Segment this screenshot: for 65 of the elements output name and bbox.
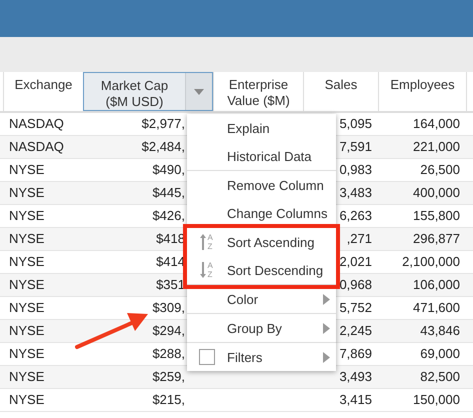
table-cell: $259, <box>152 369 185 384</box>
table-cell: $309, <box>152 300 185 315</box>
table-cell: $288, <box>152 346 185 361</box>
column-header[interactable]: Market Cap ($M USD) <box>83 72 213 111</box>
table-cell: 2,245 <box>339 323 372 338</box>
menu-item[interactable]: Color <box>187 285 336 313</box>
table-cell: 26,500 <box>420 162 460 177</box>
table-cell: 0,983 <box>339 162 372 177</box>
table-cell: 150,000 <box>413 392 460 407</box>
table-cell: 3,415 <box>339 392 372 407</box>
table-cell: 155,800 <box>413 208 460 223</box>
table-cell: 106,000 <box>413 277 460 292</box>
menu-item[interactable]: Explain <box>187 114 336 142</box>
table-cell: $294, <box>152 323 185 338</box>
menu-item[interactable]: Filters <box>187 343 336 371</box>
table-cell: 3,493 <box>339 369 372 384</box>
submenu-arrow-icon <box>323 352 330 363</box>
table-cell: NYSE <box>9 277 44 292</box>
table-cell: NYSE <box>9 208 44 223</box>
table-cell: $490, <box>152 162 185 177</box>
submenu-arrow-icon <box>323 294 330 305</box>
table-cell: NYSE <box>9 231 44 246</box>
table-cell: $426, <box>152 208 185 223</box>
table-cell: NYSE <box>9 369 44 384</box>
table-cell: NYSE <box>9 185 44 200</box>
table-cell: $2,484, <box>142 139 185 154</box>
table-cell: 7,591 <box>339 139 372 154</box>
menu-item[interactable]: Group By <box>187 314 336 342</box>
menu-item[interactable]: Change Columns <box>187 199 336 227</box>
table-cell: 400,000 <box>413 185 460 200</box>
table-cell: NYSE <box>9 346 44 361</box>
menu-item[interactable]: Historical Data <box>187 142 336 170</box>
menu-item[interactable]: Remove Column <box>187 171 336 199</box>
menu-item[interactable]: A Z Sort Descending <box>187 256 336 284</box>
table-cell: 2,021 <box>339 254 372 269</box>
table-cell: 0,968 <box>339 277 372 292</box>
table-cell: 296,877 <box>413 231 460 246</box>
caret-icon[interactable] <box>194 88 204 94</box>
table-cell: 221,000 <box>413 139 460 154</box>
table-cell: 82,500 <box>420 369 460 384</box>
table-cell: 3,483 <box>339 185 372 200</box>
table-cell: NASDAQ <box>9 139 64 154</box>
table-cell: $445, <box>152 185 185 200</box>
table-cell: 164,000 <box>413 116 460 131</box>
table-cell: 2,100,000 <box>402 254 460 269</box>
menu-item[interactable]: A Z Sort Ascending <box>187 228 336 256</box>
table-cell: 7,869 <box>339 346 372 361</box>
table-cell: 5,752 <box>339 300 372 315</box>
table-cell: ,271 <box>346 231 372 246</box>
table-cell: NYSE <box>9 323 44 338</box>
checkbox[interactable] <box>199 349 215 365</box>
table-cell: NASDAQ <box>9 116 64 131</box>
table-cell: 69,000 <box>420 346 460 361</box>
table-cell: 471,600 <box>413 300 460 315</box>
table-cell: NYSE <box>9 162 44 177</box>
submenu-arrow-icon <box>323 323 330 334</box>
table-cell: 6,263 <box>339 208 372 223</box>
table-cell: 5,095 <box>339 116 372 131</box>
table-cell: $2,977, <box>142 116 185 131</box>
table-cell: NYSE <box>9 254 44 269</box>
table-cell: NYSE <box>9 392 44 407</box>
table-cell: 43,846 <box>420 323 460 338</box>
table-cell: NYSE <box>9 300 44 315</box>
table-cell: $351 <box>156 277 185 292</box>
table-cell: $215, <box>152 392 185 407</box>
